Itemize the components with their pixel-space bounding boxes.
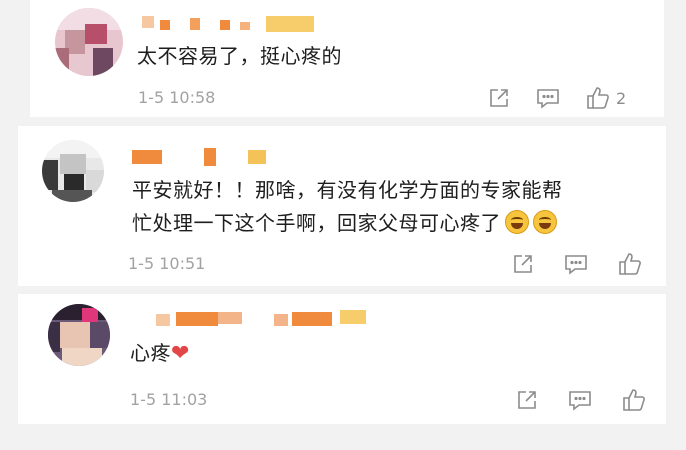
comment-actions: [516, 388, 646, 412]
share-icon[interactable]: [488, 87, 510, 109]
share-icon[interactable]: [512, 253, 534, 275]
comment-actions: 2: [488, 86, 626, 110]
comment-text: 太不容易了，挺心疼的: [137, 44, 342, 68]
reply-icon[interactable]: [568, 389, 592, 411]
comment-card: 心疼❤ 1-5 11:03: [18, 294, 666, 424]
laugh-cry-emoji: [533, 210, 557, 234]
avatar[interactable]: [42, 140, 104, 202]
reply-icon[interactable]: [536, 87, 560, 109]
avatar[interactable]: [48, 304, 110, 366]
comment-timestamp: 1-5 11:03: [130, 390, 208, 409]
username-mosaic[interactable]: [142, 14, 314, 36]
comment-text-line: 平安就好！！那啥，有没有化学方面的专家能帮: [132, 178, 563, 202]
comment-text-content: 心疼: [130, 341, 171, 365]
comment-card: 太不容易了，挺心疼的 1-5 10:58 2: [30, 0, 664, 117]
comment-actions: [512, 252, 642, 276]
comment-text: 平安就好！！那啥，有没有化学方面的专家能帮 忙处理一下这个手啊，回家父母可心疼了: [132, 174, 563, 240]
like-icon[interactable]: [622, 388, 646, 412]
avatar[interactable]: [55, 8, 123, 76]
username-mosaic[interactable]: [132, 148, 282, 168]
username-mosaic[interactable]: [156, 310, 376, 330]
comment-timestamp: 1-5 10:51: [128, 254, 206, 273]
like-count: 2: [616, 88, 627, 108]
laugh-cry-emoji: [505, 210, 529, 234]
reply-icon[interactable]: [564, 253, 588, 275]
comment-text-line-content: 忙处理一下这个手啊，回家父母可心疼了: [132, 211, 501, 235]
comment-text: 心疼❤: [130, 337, 190, 370]
like-button[interactable]: 2: [586, 86, 626, 110]
heart-emoji: ❤: [171, 341, 190, 366]
share-icon[interactable]: [516, 389, 538, 411]
like-icon[interactable]: [618, 252, 642, 276]
comment-card: 平安就好！！那啥，有没有化学方面的专家能帮 忙处理一下这个手啊，回家父母可心疼了…: [18, 126, 666, 286]
comment-timestamp: 1-5 10:58: [138, 88, 216, 107]
comment-text-line: 忙处理一下这个手啊，回家父母可心疼了: [132, 207, 563, 240]
like-icon: [587, 87, 609, 109]
